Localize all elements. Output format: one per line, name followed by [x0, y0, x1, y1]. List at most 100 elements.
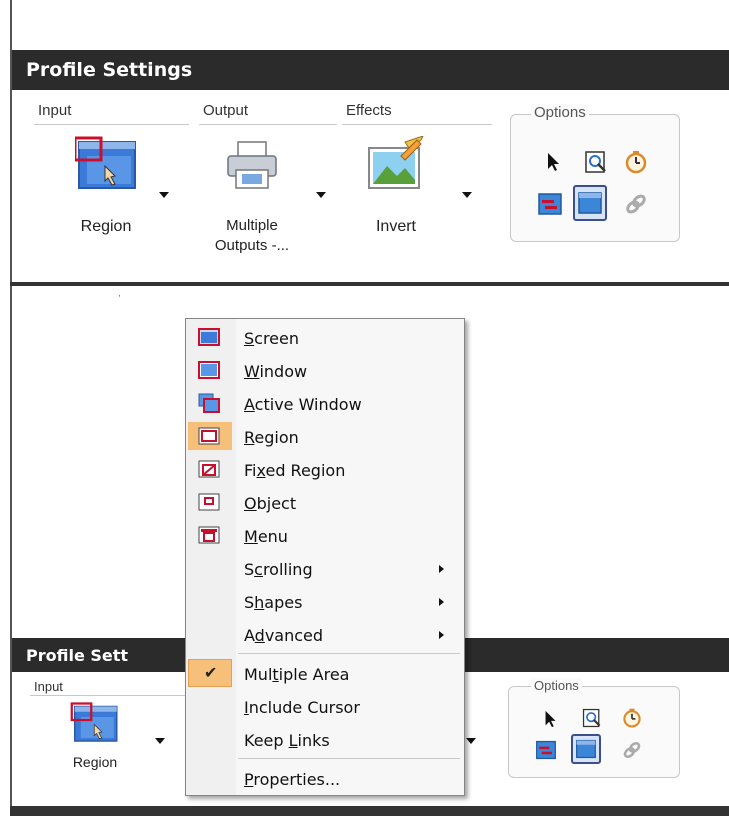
fixed-region-icon [198, 460, 220, 478]
effects-group-divider [342, 124, 492, 125]
timer-option-icon[interactable] [623, 149, 649, 175]
left-border [10, 0, 12, 290]
menu-label-rest: bject [256, 494, 297, 513]
menu-item-object[interactable]: Object [186, 486, 464, 519]
cursor-option-icon[interactable] [543, 151, 565, 173]
link-option-icon[interactable] [621, 739, 643, 761]
menu-separator [238, 653, 460, 654]
panel-bottom-rule-bottom [10, 806, 729, 816]
menu-label-rest: nclude Cursor [248, 698, 360, 717]
menu-label-rest: egion [254, 428, 299, 447]
menu-label-rest: rolling [262, 560, 313, 579]
output-group-divider [199, 124, 337, 125]
options-group-label-bottom: Options [531, 678, 582, 693]
menu-label-prefix: Fi [244, 461, 257, 480]
options-group-bottom: Options [508, 678, 680, 778]
input-group-label: Input [38, 102, 72, 119]
menu-item-region[interactable]: Region [186, 420, 464, 453]
clipped-text-fragment: , [118, 290, 121, 299]
menu-accesskey: M [244, 527, 258, 546]
menu-accesskey: P [244, 770, 254, 789]
page-title-bottom: Profile Sett [26, 646, 129, 665]
menu-item-fixed-region[interactable]: Fixed Region [186, 453, 464, 486]
menu-accesskey: c [254, 560, 263, 579]
input-dropdown-arrow-bottom[interactable] [155, 738, 165, 744]
menu-item-active-window[interactable]: Active Window [186, 387, 464, 420]
selected-option-frame-bottom[interactable] [571, 734, 601, 764]
menu-label-prefix: Mul [244, 665, 273, 684]
window-list-option-icon[interactable] [535, 739, 557, 761]
menu-accesskey: R [244, 428, 255, 447]
active-window-icon [198, 393, 220, 413]
menu-accesskey: W [244, 362, 260, 381]
output-label-line1: Multiple [226, 217, 278, 234]
region-icon [198, 427, 220, 445]
region-capture-icon [75, 136, 136, 189]
menu-accesskey: O [244, 494, 257, 513]
menu-separator [238, 758, 460, 759]
menu-icon [198, 526, 220, 544]
effects-group-label: Effects [346, 102, 392, 119]
timer-option-icon[interactable] [621, 707, 643, 729]
submenu-arrow-icon [439, 598, 444, 606]
input-group-divider-bottom [30, 695, 185, 696]
menu-label-rest: apes [264, 593, 303, 612]
menu-label-prefix: S [244, 593, 255, 612]
input-group-divider [34, 124, 189, 125]
input-region-button[interactable]: Region [58, 136, 154, 256]
invert-picture-icon [368, 136, 424, 189]
menu-item-advanced[interactable]: Advanced [186, 618, 464, 651]
output-dropdown-arrow[interactable] [316, 192, 326, 198]
menu-label-prefix: A [244, 626, 255, 645]
menu-label-rest: creen [254, 329, 300, 348]
profile-settings-title-bar: Profile Settings [12, 50, 729, 90]
submenu-arrow-icon [439, 565, 444, 573]
window-list-option-icon[interactable] [537, 191, 563, 217]
effects-invert-button[interactable]: Invert [348, 136, 444, 256]
selected-option-frame[interactable] [573, 185, 607, 221]
menu-label-rest: indow [259, 362, 308, 381]
effects-invert-label: Invert [375, 218, 416, 235]
menu-item-scrolling[interactable]: Scrolling [186, 552, 464, 585]
options-group-label: Options [531, 104, 589, 121]
menu-label-rest: roperties... [253, 770, 341, 789]
menu-label-rest: inks [297, 731, 330, 750]
cursor-option-icon[interactable] [541, 709, 561, 729]
menu-accesskey: A [244, 395, 255, 414]
menu-item-menu[interactable]: Menu [186, 519, 464, 552]
menu-label-rest: iple Area [278, 665, 350, 684]
menu-label-rest: ed Region [265, 461, 346, 480]
options-group: Options [510, 104, 680, 242]
input-region-button-bottom[interactable]: Region [50, 700, 140, 780]
menu-accesskey: S [244, 329, 255, 348]
magnifier-option-icon[interactable] [583, 149, 609, 175]
output-multiple-button[interactable]: Multiple Outputs -... [196, 136, 308, 266]
input-dropdown-arrow[interactable] [159, 192, 169, 198]
menu-accesskey: h [254, 593, 265, 612]
window-capture-option-icon [576, 739, 596, 759]
printer-icon [227, 141, 277, 189]
link-option-icon[interactable] [623, 191, 649, 217]
menu-item-properties[interactable]: Properties... [186, 762, 464, 795]
menu-label-rest: enu [257, 527, 288, 546]
output-dropdown-arrow-bottom[interactable] [466, 738, 476, 744]
input-region-label: Region [80, 218, 132, 235]
page-title: Profile Settings [26, 59, 193, 81]
profile-settings-panel-top: Profile Settings Input Output Effects Re… [0, 0, 729, 290]
menu-item-screen[interactable]: Screen [186, 321, 464, 354]
menu-item-shapes[interactable]: Shapes [186, 585, 464, 618]
menu-item-keep-links[interactable]: Keep Links [186, 723, 464, 756]
menu-item-multiple-area[interactable]: ✔ Multiple Area [186, 657, 464, 690]
effects-dropdown-arrow[interactable] [462, 192, 472, 198]
panel-bottom-rule [10, 282, 729, 286]
menu-label-rest: ctive Window [254, 395, 362, 414]
left-border-bottom [10, 290, 12, 816]
input-region-label-bottom: Region [72, 754, 118, 770]
menu-item-window[interactable]: Window [186, 354, 464, 387]
magnifier-option-icon[interactable] [581, 707, 603, 729]
menu-label-prefix: S [244, 560, 255, 579]
screen-icon [198, 328, 220, 346]
menu-item-include-cursor[interactable]: Include Cursor [186, 690, 464, 723]
checkmark-icon: ✔ [204, 665, 218, 682]
capture-input-context-menu: Screen Window Active Window Region Fixed… [185, 318, 465, 796]
